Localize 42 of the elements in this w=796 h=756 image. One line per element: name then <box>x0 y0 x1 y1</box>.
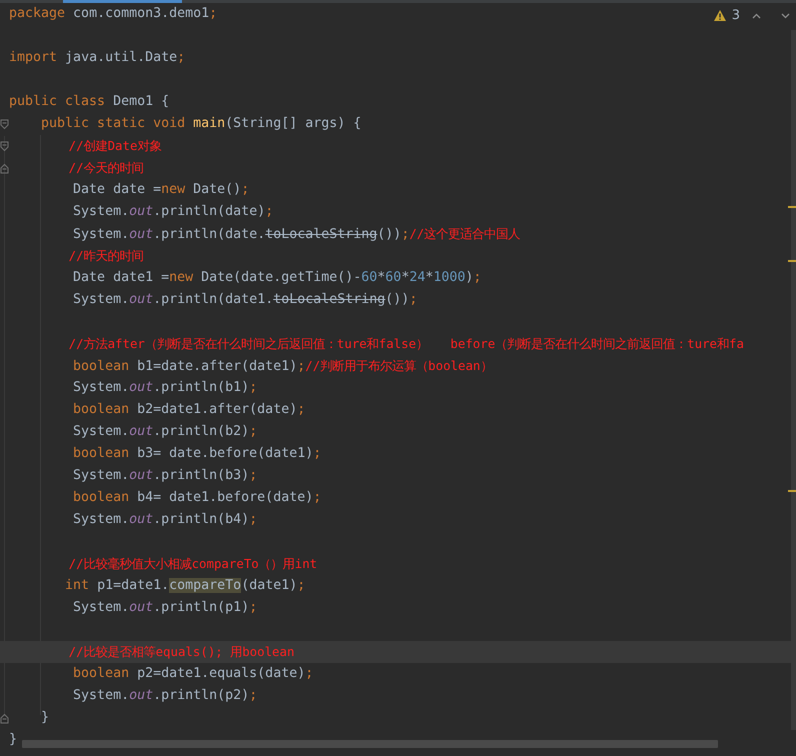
code-comment: //比较毫秒值大小相减compareTo（）用int <box>68 554 318 573</box>
fold-icon[interactable] <box>0 118 9 130</box>
horizontal-scrollbar[interactable] <box>22 740 718 748</box>
code-line: System.out.println(b1); <box>72 379 258 397</box>
code-line: boolean b1=date.after(date1);//判断用于布尔运算（boolean） <box>72 356 492 376</box>
code-line: boolean b2=date1.after(date); <box>72 401 306 419</box>
fold-icon[interactable] <box>0 162 9 174</box>
chevron-up-icon[interactable] <box>752 12 761 18</box>
code-comment: //比较是否相等equals(); 用boolean <box>68 642 294 661</box>
code-line: System.out.println(p1); <box>72 599 258 617</box>
code-line: boolean b4= date1.before(date); <box>72 489 322 507</box>
code-line: System.out.println(b2); <box>72 423 258 441</box>
code-line: System.out.println(p2); <box>72 687 258 705</box>
code-line: Date date =new Date(); <box>72 181 250 199</box>
warning-icon[interactable] <box>714 10 726 21</box>
code-line: System.out.println(date.toLocaleString());//这个更适合中国人 <box>72 224 520 244</box>
warning-marker[interactable] <box>788 260 796 262</box>
fold-icon[interactable] <box>0 140 9 152</box>
code-comment: //昨天的时间 <box>68 246 144 264</box>
code-comment: //今天的时间 <box>68 158 144 176</box>
code-line: package com.common3.demo1; <box>9 5 218 23</box>
code-line: System.out.println(date1.toLocaleString()); <box>72 291 418 309</box>
warning-marker[interactable] <box>788 490 796 492</box>
warning-marker[interactable] <box>788 206 796 208</box>
code-line: } <box>9 731 18 749</box>
warning-count: 3 <box>732 8 740 23</box>
code-line: Date date1 =new Date(date.getTime()-60*60*24*1000); <box>72 269 482 287</box>
code-line: public static void main(String[] args) { <box>40 115 362 133</box>
code-line: boolean p2=date1.equals(date); <box>72 665 314 683</box>
code-line: int p1=date1.compareTo(date1); <box>64 577 306 595</box>
chevron-down-icon[interactable] <box>781 12 790 18</box>
vertical-scrollbar[interactable] <box>791 30 796 730</box>
code-comment: //方法after（判断是否在什么时间之后返回值：ture和false） before（判断是否在什么时间之前返回值：ture和fa <box>68 334 744 352</box>
code-line: import java.util.Date; <box>9 49 186 67</box>
code-line: } <box>40 709 50 727</box>
code-comment: //创建Date对象 <box>68 136 162 154</box>
fold-icon[interactable] <box>0 712 9 724</box>
code-line: boolean b3= date.before(date1); <box>72 445 322 463</box>
code-line: System.out.println(b3); <box>72 467 258 485</box>
code-line: System.out.println(date); <box>72 203 274 221</box>
code-line: public class Demo1 { <box>9 93 170 111</box>
code-line: System.out.println(b4); <box>72 511 258 529</box>
